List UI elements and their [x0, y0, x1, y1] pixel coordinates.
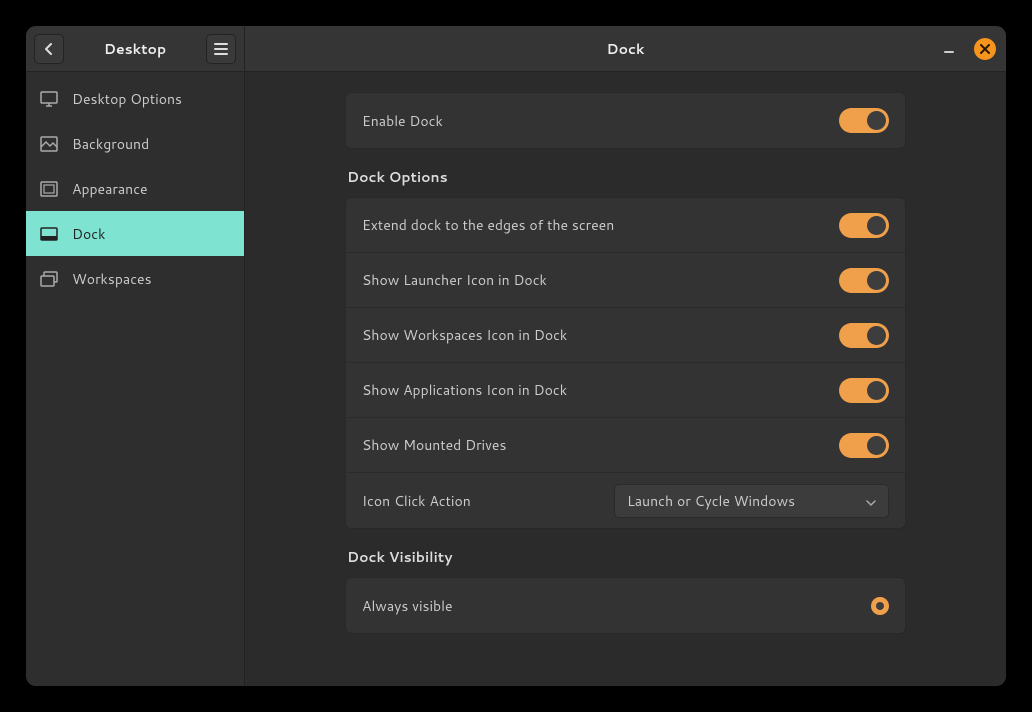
workspaces-icon	[40, 270, 58, 288]
sidebar-item-background[interactable]: Background	[26, 121, 244, 166]
sidebar-item-label: Appearance	[72, 179, 148, 199]
desktop-icon	[40, 90, 58, 108]
sidebar-item-workspaces[interactable]: Workspaces	[26, 256, 244, 301]
show-launcher-row: Show Launcher Icon in Dock	[346, 253, 905, 308]
hamburger-menu-button[interactable]	[206, 34, 236, 64]
enable-dock-toggle[interactable]	[839, 108, 889, 133]
dock-icon	[40, 225, 58, 243]
show-mounted-toggle[interactable]	[839, 433, 889, 458]
main-header: Dock	[245, 26, 1006, 72]
chevron-down-icon	[866, 491, 876, 511]
icon-click-action-dropdown[interactable]: Launch or Cycle Windows	[614, 484, 889, 518]
extend-dock-toggle[interactable]	[839, 213, 889, 238]
dock-visibility-title: Dock Visibility	[347, 547, 906, 567]
main-panel: Dock Enable Dock Dock Options	[245, 26, 1006, 686]
icon-click-action-row: Icon Click Action Launch or Cycle Window…	[346, 473, 905, 528]
sidebar-list: Desktop Options Background Appearance Do…	[26, 72, 244, 301]
sidebar-item-dock[interactable]: Dock	[26, 211, 244, 256]
show-mounted-label: Show Mounted Drives	[362, 435, 839, 455]
enable-dock-label: Enable Dock	[362, 111, 839, 131]
page-title: Dock	[607, 39, 645, 59]
appearance-icon	[40, 180, 58, 198]
icon-click-action-label: Icon Click Action	[362, 491, 614, 511]
chevron-left-icon	[43, 43, 55, 55]
sidebar-header: Desktop	[26, 26, 244, 72]
dock-visibility-card: Always visible	[345, 577, 906, 634]
settings-window: Desktop Desktop Options Background	[26, 26, 1006, 686]
dock-options-title: Dock Options	[347, 167, 906, 187]
show-workspaces-row: Show Workspaces Icon in Dock	[346, 308, 905, 363]
sidebar-item-appearance[interactable]: Appearance	[26, 166, 244, 211]
dock-options-card: Extend dock to the edges of the screen S…	[345, 197, 906, 529]
sidebar-item-label: Desktop Options	[72, 89, 182, 109]
window-controls	[938, 26, 996, 72]
sidebar-item-label: Dock	[72, 224, 105, 244]
show-workspaces-label: Show Workspaces Icon in Dock	[362, 325, 839, 345]
close-button[interactable]	[974, 38, 996, 60]
dropdown-selected-value: Launch or Cycle Windows	[627, 491, 795, 511]
show-launcher-label: Show Launcher Icon in Dock	[362, 270, 839, 290]
always-visible-radio[interactable]	[871, 597, 889, 615]
show-launcher-toggle[interactable]	[839, 268, 889, 293]
enable-dock-card: Enable Dock	[345, 92, 906, 149]
sidebar-item-desktop-options[interactable]: Desktop Options	[26, 76, 244, 121]
show-applications-row: Show Applications Icon in Dock	[346, 363, 905, 418]
hamburger-icon	[214, 43, 228, 55]
show-workspaces-toggle[interactable]	[839, 323, 889, 348]
show-mounted-row: Show Mounted Drives	[346, 418, 905, 473]
sidebar-item-label: Background	[72, 134, 149, 154]
enable-dock-row: Enable Dock	[346, 93, 905, 148]
show-applications-label: Show Applications Icon in Dock	[362, 380, 839, 400]
minimize-icon	[943, 43, 955, 55]
extend-dock-row: Extend dock to the edges of the screen	[346, 198, 905, 253]
extend-dock-label: Extend dock to the edges of the screen	[362, 215, 839, 235]
background-icon	[40, 135, 58, 153]
show-applications-toggle[interactable]	[839, 378, 889, 403]
close-icon	[980, 44, 990, 54]
always-visible-row[interactable]: Always visible	[346, 578, 905, 633]
content-area[interactable]: Enable Dock Dock Options Extend dock to …	[245, 72, 1006, 686]
always-visible-label: Always visible	[362, 596, 871, 616]
sidebar: Desktop Desktop Options Background	[26, 26, 245, 686]
back-button[interactable]	[34, 34, 64, 64]
sidebar-item-label: Workspaces	[72, 269, 152, 289]
minimize-button[interactable]	[938, 38, 960, 60]
sidebar-title: Desktop	[72, 39, 198, 59]
